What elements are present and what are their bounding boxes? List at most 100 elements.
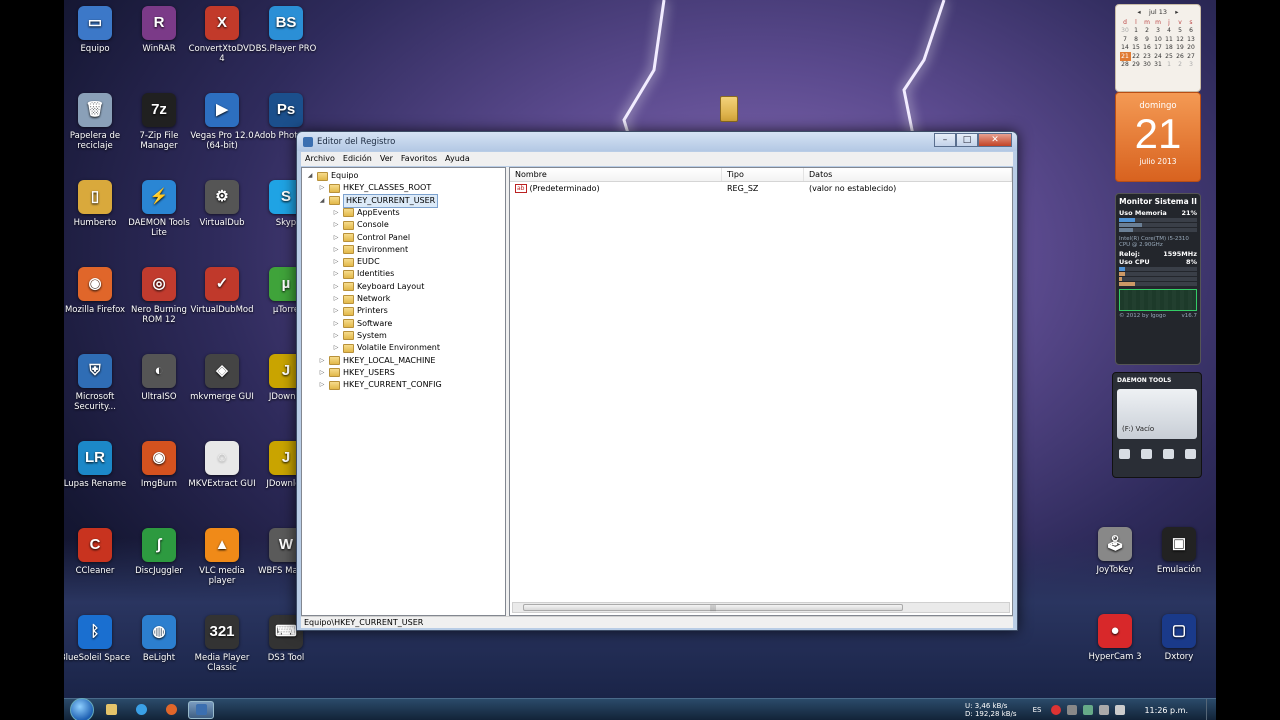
tree-subkey[interactable]: ▷ Software (332, 318, 392, 330)
expand-arrow-icon[interactable]: ▷ (332, 318, 340, 330)
calendar-day[interactable]: 15 (1131, 44, 1142, 53)
hypercam-tray-icon[interactable] (1051, 705, 1062, 715)
taskbar-regedit[interactable] (188, 700, 214, 719)
menu-edicion[interactable]: Edición (339, 152, 376, 166)
calendar-grid[interactable]: d l m m j v s 30 1 2 3 4 5 6 7 8 9 10 11 12 13 14 15 16 17 18 19 20… (1119, 18, 1197, 70)
tree-subkey[interactable]: ▷ System (332, 330, 387, 342)
add-drive-button[interactable] (1162, 449, 1174, 459)
expand-arrow-icon[interactable]: ▷ (332, 330, 340, 342)
taskbar-explorer[interactable] (98, 701, 124, 719)
catalog-button[interactable] (1184, 449, 1196, 459)
daemon-tools-gadget[interactable]: DAEMON TOOLS (F:) Vacío (1112, 372, 1202, 478)
desktop-shortcut[interactable]: ⚙ VirtualDub (185, 180, 259, 228)
tree-hkey-current-user[interactable]: ◢ HKEY_CURRENT_USER (318, 193, 439, 208)
table-row[interactable]: ab (Predeterminado) REG_SZ (valor no est… (510, 182, 1012, 195)
monitor-footer[interactable]: © 2012 by Igogo (1119, 313, 1166, 319)
tree-subkey[interactable]: ▷ Control Panel (332, 232, 410, 244)
minimize-button[interactable]: – (934, 133, 956, 147)
tree-subkey[interactable]: ▷ Console (332, 219, 389, 231)
tray-icon-1[interactable] (1067, 705, 1078, 715)
taskbar-firefox[interactable] (158, 701, 184, 719)
expand-arrow-icon[interactable]: ▷ (332, 305, 340, 317)
tree-subkey[interactable]: ▷ Environment (332, 244, 408, 256)
desktop-shortcut[interactable]: ▲ VLC media player (185, 528, 259, 586)
expand-arrow-icon[interactable]: ▷ (332, 268, 340, 280)
calendar-day[interactable]: 29 (1131, 61, 1142, 70)
calendar-day[interactable]: 31 (1153, 61, 1164, 70)
calendar-day[interactable]: 8 (1131, 35, 1142, 44)
column-header-datos[interactable]: Datos (804, 168, 1012, 181)
expand-arrow-icon[interactable]: ▷ (318, 182, 326, 194)
calendar-day[interactable]: 6 (1186, 27, 1197, 36)
mount-button[interactable] (1118, 449, 1130, 459)
tree-subkey[interactable]: ▷ Volatile Environment (332, 342, 440, 354)
tree-hkey-classes-root[interactable]: ▷ HKEY_CLASSES_ROOT (318, 182, 431, 194)
desktop-shortcut[interactable]: BS BS.Player PRO (249, 6, 323, 54)
expand-arrow-icon[interactable]: ◢ (306, 170, 314, 182)
calendar-day[interactable]: 16 (1142, 44, 1153, 53)
registry-tree[interactable]: ◢ Equipo ▷ HKEY_CLASSES_ROOT ◢ HKEY_CURRENT_U… (301, 167, 506, 616)
expand-arrow-icon[interactable]: ▷ (332, 232, 340, 244)
expand-arrow-icon[interactable]: ▷ (332, 244, 340, 256)
tree-hive[interactable]: ▷ HKEY_LOCAL_MACHINE (318, 355, 435, 367)
calendar-day[interactable]: 30 (1142, 61, 1153, 70)
desktop-shortcut[interactable]: X ConvertXtoDVD 4 (185, 6, 259, 64)
calendar-day[interactable]: 20 (1186, 44, 1197, 53)
expand-arrow-icon[interactable]: ▷ (318, 355, 326, 367)
horizontal-scrollbar[interactable]: ||| (512, 602, 1010, 613)
tree-subkey[interactable]: ▷ AppEvents (332, 207, 400, 219)
calendar-day[interactable]: 1 (1131, 27, 1142, 36)
start-button[interactable] (70, 697, 94, 720)
calendar-day[interactable]: 19 (1175, 44, 1186, 53)
desktop-shortcut[interactable]: ◌ MKVExtract GUI (185, 441, 259, 489)
calendar-day[interactable]: 10 (1153, 35, 1164, 44)
network-icon[interactable] (1099, 705, 1110, 715)
calendar-day[interactable]: 5 (1175, 27, 1186, 36)
calendar-day[interactable]: 26 (1175, 52, 1186, 61)
desktop-shortcut[interactable]: ✓ VirtualDubMod (185, 267, 259, 315)
date-gadget[interactable]: domingo 21 julio 2013 (1115, 92, 1201, 182)
desktop-shortcut[interactable]: 🕹 JoyToKey (1078, 527, 1152, 575)
expand-arrow-icon[interactable]: ▷ (332, 281, 340, 293)
calendar-day[interactable]: 9 (1142, 35, 1153, 44)
calendar-day[interactable]: 4 (1164, 27, 1175, 36)
menu-archivo[interactable]: Archivo (301, 152, 339, 166)
calendar-day[interactable]: 3 (1153, 27, 1164, 36)
virtual-drive[interactable]: (F:) Vacío (1117, 389, 1197, 439)
system-monitor-gadget[interactable]: Monitor Sistema II Uso Memoria 21% Intel(… (1115, 193, 1201, 365)
calendar-day[interactable]: 24 (1153, 52, 1164, 61)
volume-icon[interactable] (1115, 705, 1126, 715)
expand-arrow-icon[interactable]: ▷ (318, 367, 326, 379)
maximize-button[interactable]: □ (956, 133, 978, 147)
menu-favoritos[interactable]: Favoritos (397, 152, 441, 166)
clock[interactable]: 11:26 p.m. (1144, 706, 1188, 715)
desktop-shortcut[interactable]: 321 Media Player Classic (185, 615, 259, 673)
calendar-day[interactable]: 28 (1120, 61, 1131, 70)
expand-arrow-icon[interactable]: ▷ (332, 219, 340, 231)
calendar-day[interactable]: 23 (1142, 52, 1153, 61)
calendar-day[interactable]: 18 (1164, 44, 1175, 53)
tree-hive[interactable]: ▷ HKEY_USERS (318, 367, 395, 379)
calendar-day[interactable]: 2 (1142, 27, 1153, 36)
expand-arrow-icon[interactable]: ▷ (332, 256, 340, 268)
calendar-day[interactable]: 25 (1164, 52, 1175, 61)
menu-ver[interactable]: Ver (376, 152, 397, 166)
calendar-gadget[interactable]: ◂ jul 13 ▸ d l m m j v s 30 1 2 3 4 5 6 7 8 9 10 11 12 13 14 1… (1115, 4, 1201, 92)
calendar-day[interactable]: 22 (1131, 52, 1142, 61)
expand-arrow-icon[interactable]: ◢ (318, 195, 326, 207)
desktop-folder-icon[interactable] (720, 96, 738, 122)
menu-ayuda[interactable]: Ayuda (441, 152, 474, 166)
calendar-day[interactable]: 11 (1164, 35, 1175, 44)
tray-icon-2[interactable] (1083, 705, 1094, 715)
desktop-shortcut[interactable]: ▢ Dxtory (1142, 614, 1216, 662)
expand-arrow-icon[interactable]: ▷ (332, 342, 340, 354)
tree-subkey[interactable]: ▷ Keyboard Layout (332, 281, 424, 293)
tree-subkey[interactable]: ▷ EUDC (332, 256, 380, 268)
calendar-day[interactable]: 12 (1175, 35, 1186, 44)
calendar-day[interactable]: 14 (1120, 44, 1131, 53)
tree-subkey[interactable]: ▷ Identities (332, 268, 394, 280)
calendar-day[interactable]: 21 (1119, 52, 1131, 61)
expand-arrow-icon[interactable]: ▷ (318, 379, 326, 391)
title-bar[interactable]: Editor del Registro (297, 132, 1017, 151)
add-image-button[interactable] (1140, 449, 1152, 459)
